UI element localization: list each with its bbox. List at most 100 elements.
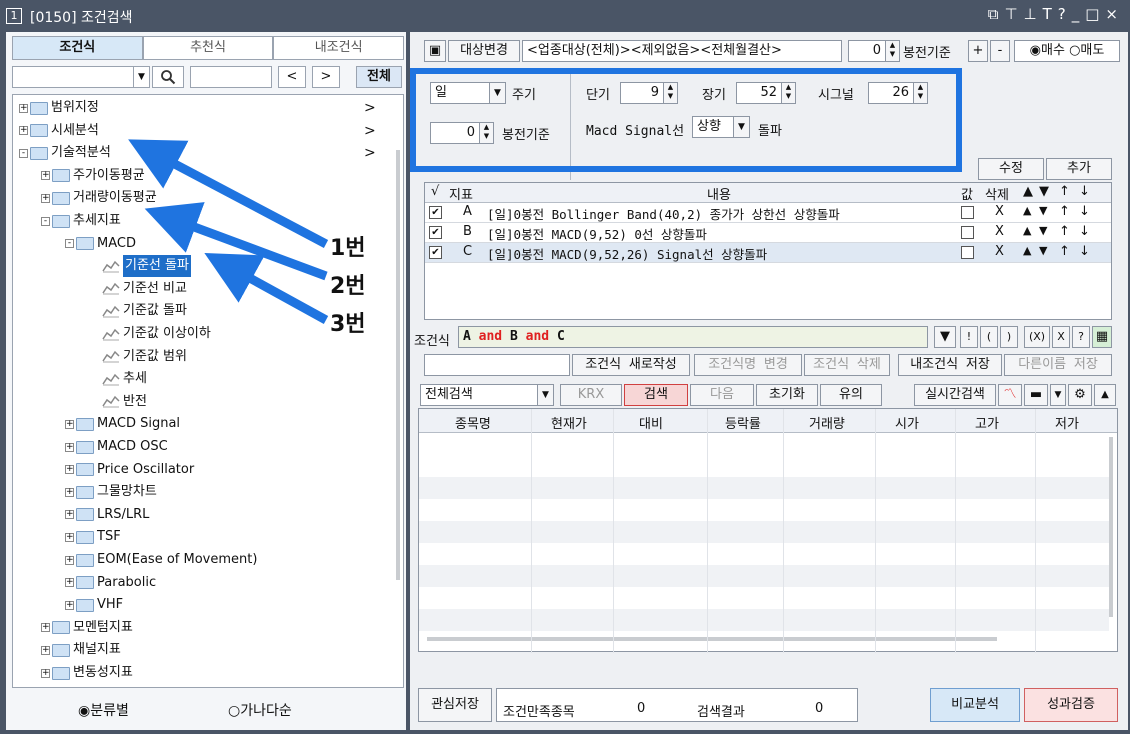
help-icon[interactable]: ?	[1058, 5, 1072, 23]
tree-item[interactable]: + TSF	[65, 526, 121, 548]
tree-item[interactable]: + 변동성지표	[41, 662, 133, 684]
expand-icon[interactable]: +	[65, 555, 74, 565]
tree-item[interactable]: - 기술적분석 >	[19, 142, 376, 164]
tab-conditions[interactable]: 조건식	[12, 36, 143, 60]
row-value-checkbox[interactable]	[961, 246, 974, 259]
search-button[interactable]	[152, 66, 184, 88]
tree-item[interactable]: 기준값 범위	[89, 346, 187, 368]
move-up-icon[interactable]: ▲	[1023, 224, 1031, 237]
condition-name-input[interactable]	[424, 354, 570, 376]
result-scrollbar[interactable]	[1109, 437, 1113, 617]
expand-icon[interactable]: -	[19, 148, 28, 158]
condition-row[interactable]: ✔ A [일]0봉전 Bollinger Band(40,2) 종가가 상한선 상향…	[425, 203, 1111, 223]
expand-icon[interactable]: +	[19, 126, 28, 136]
tree-item[interactable]: + VHF	[65, 594, 123, 616]
search-combo[interactable]: ▼	[12, 66, 150, 88]
bong-field[interactable]: 0 ▲ ▼	[848, 40, 900, 62]
window-controls[interactable]: ⧉⊤⊥T?_□×	[988, 5, 1124, 23]
radio-alpha[interactable]: ○가나다순	[228, 700, 292, 720]
expand-icon[interactable]: +	[41, 623, 50, 633]
move-top-icon[interactable]: ↑	[1059, 204, 1070, 219]
formula-op-button[interactable]: (X)	[1024, 326, 1050, 348]
delete-condition-button[interactable]: 조건식 삭제	[804, 354, 890, 376]
radio-category[interactable]: ◉분류별	[78, 700, 129, 720]
rename-condition-button[interactable]: 조건식명 변경	[694, 354, 802, 376]
tree-item[interactable]: + 시세분석 >	[19, 120, 376, 142]
tree-item[interactable]: 기준값 돌파	[89, 300, 187, 322]
tree-item[interactable]: + LRS/LRL	[65, 504, 149, 526]
plus-button[interactable]: +	[968, 40, 988, 62]
formula-op-button[interactable]: !	[960, 326, 978, 348]
tree-item[interactable]: - 추세지표	[41, 210, 121, 232]
chart-icon[interactable]: 〽	[998, 384, 1022, 406]
row-delete[interactable]: X	[995, 244, 1004, 259]
next-button[interactable]: >	[312, 66, 340, 88]
expand-icon[interactable]: +	[65, 465, 74, 475]
row-delete[interactable]: X	[995, 224, 1004, 239]
move-up-icon[interactable]: ▲	[1023, 204, 1031, 217]
expand-icon[interactable]: -	[41, 216, 50, 226]
expand-icon[interactable]: +	[65, 532, 74, 542]
restore-icon[interactable]: ⧉	[988, 5, 1005, 23]
formula-op-button[interactable]: (	[980, 326, 998, 348]
result-col-header[interactable]: 현재가	[551, 413, 587, 432]
tab-recommended[interactable]: 추천식	[142, 36, 274, 60]
row-checkbox[interactable]: ✔	[429, 246, 442, 259]
move-bottom-icon[interactable]: ↓	[1079, 204, 1090, 219]
target-change-button[interactable]: 대상변경	[448, 40, 520, 62]
expand-icon[interactable]: +	[65, 510, 74, 520]
tree-item[interactable]: + MACD OSC	[65, 436, 168, 458]
result-col-header[interactable]: 등락률	[725, 413, 761, 432]
expand-icon[interactable]: +	[65, 578, 74, 588]
menu-icon[interactable]: ▬	[1024, 384, 1048, 406]
move-top-icon[interactable]: ↑	[1059, 244, 1070, 259]
chevron-down-icon[interactable]: ▼	[537, 385, 553, 405]
minimize-icon[interactable]: _	[1072, 5, 1086, 23]
tree-item[interactable]: 기준선 돌파	[89, 255, 191, 278]
gear-icon[interactable]: ⚙	[1068, 384, 1092, 406]
close-icon[interactable]: ×	[1105, 5, 1124, 23]
move-bottom-icon[interactable]: ↓	[1079, 224, 1090, 239]
tree-item[interactable]: 추세	[89, 368, 147, 390]
pin2-icon[interactable]: ⊥	[1024, 5, 1043, 23]
tree-item[interactable]: + Price Oscillator	[65, 459, 194, 481]
realtime-search-button[interactable]: 실시간검색	[914, 384, 996, 406]
search-input[interactable]	[190, 66, 272, 88]
result-col-header[interactable]: 고가	[975, 413, 999, 432]
tree-item[interactable]: + 모멘텀지표	[41, 617, 133, 639]
note-button[interactable]: 유의	[820, 384, 882, 406]
result-col-header[interactable]: 거래량	[809, 413, 845, 432]
result-col-header[interactable]: 종목명	[455, 413, 491, 432]
search-button[interactable]: 검색	[624, 384, 688, 406]
save-my-condition-button[interactable]: 내조건식 저장	[898, 354, 1002, 376]
formula-op-button[interactable]: )	[1000, 326, 1018, 348]
next-result-button[interactable]: 다음	[690, 384, 754, 406]
collapse-icon[interactable]: ▲	[1094, 384, 1116, 406]
spin-icon[interactable]: ▲ ▼	[885, 41, 899, 61]
expand-icon[interactable]: -	[65, 239, 74, 249]
formula-op-button[interactable]: ?	[1072, 326, 1090, 348]
condition-row[interactable]: ✔ C [일]0봉전 MACD(9,52,26) Signal선 상향돌파 X ▲ ▼ ↑ ↓	[425, 243, 1111, 263]
chevron-down-icon[interactable]: ▼	[133, 67, 149, 87]
tree-item[interactable]: + Parabolic	[65, 572, 156, 594]
radio-buy[interactable]: ◉매수	[1030, 43, 1065, 58]
search-scope-select[interactable]: 전체검색 ▼	[420, 384, 554, 406]
chevron-down-icon[interactable]: ▼	[1050, 384, 1066, 406]
tree-scrollbar[interactable]	[396, 150, 400, 580]
verify-button[interactable]: 성과검증	[1024, 688, 1118, 722]
formula-op-button[interactable]: X	[1052, 326, 1070, 348]
add-button[interactable]: 추가	[1046, 158, 1112, 180]
tree-item[interactable]: 기준값 이상이하	[89, 323, 211, 345]
reset-button[interactable]: 초기화	[756, 384, 818, 406]
tree-item[interactable]: 기준선 비교	[89, 278, 187, 300]
font-icon[interactable]: T	[1043, 5, 1058, 23]
minus-button[interactable]: -	[990, 40, 1010, 62]
tree-item[interactable]: + 거래량이동평균	[41, 187, 157, 209]
tree-item[interactable]: + 채널지표	[41, 639, 121, 661]
condition-row[interactable]: ✔ B [일]0봉전 MACD(9,52) 0선 상향돌파 X ▲ ▼ ↑ ↓	[425, 223, 1111, 243]
formula-dropdown[interactable]: ▼	[934, 326, 956, 348]
new-condition-button[interactable]: 조건식 새로작성	[572, 354, 690, 376]
row-checkbox[interactable]: ✔	[429, 226, 442, 239]
row-delete[interactable]: X	[995, 204, 1004, 219]
excel-icon[interactable]: ▦	[1092, 326, 1112, 348]
